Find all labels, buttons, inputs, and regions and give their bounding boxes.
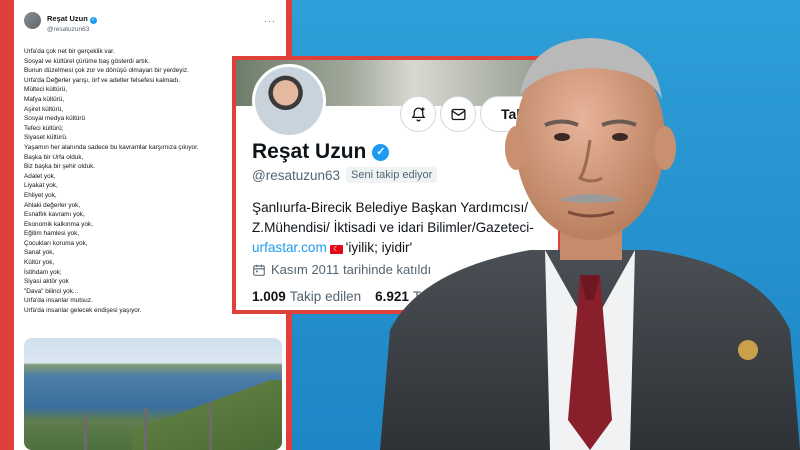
profile-name-row: Reşat Uzun ✓ xyxy=(252,140,390,164)
profile-handle: @resatuzun63 xyxy=(252,167,341,183)
bio-link[interactable]: urfastar.com xyxy=(252,240,327,255)
profile-name: Reşat Uzun xyxy=(252,140,367,163)
turkish-flag-icon: ☾ xyxy=(329,245,343,254)
tweet-author: Reşat Uzun ✓ @resatuzun63 xyxy=(47,8,97,33)
following-label: Takip edilen xyxy=(289,289,362,304)
more-icon[interactable]: ··· xyxy=(264,16,276,26)
politician-illustration xyxy=(380,38,800,450)
photo-hillside xyxy=(132,380,282,450)
tweet-author-handle[interactable]: @resatuzun63 xyxy=(47,26,97,33)
verified-icon: ✓ xyxy=(89,17,97,24)
calendar-icon xyxy=(253,264,265,276)
following-count: 1.009 xyxy=(252,289,286,304)
profile-avatar[interactable] xyxy=(252,64,326,138)
tweet-header: Reşat Uzun ✓ @resatuzun63 ··· xyxy=(24,8,276,33)
tweet-avatar[interactable] xyxy=(24,12,41,29)
fence-post xyxy=(144,408,147,450)
politician-photo xyxy=(380,0,800,450)
tweet-author-name[interactable]: Reşat Uzun xyxy=(47,14,88,23)
following-link[interactable]: 1.009 Takip edilen xyxy=(252,289,361,304)
fence-post xyxy=(84,414,87,450)
tweet-photo[interactable] xyxy=(24,338,282,450)
fence-post xyxy=(209,402,212,450)
